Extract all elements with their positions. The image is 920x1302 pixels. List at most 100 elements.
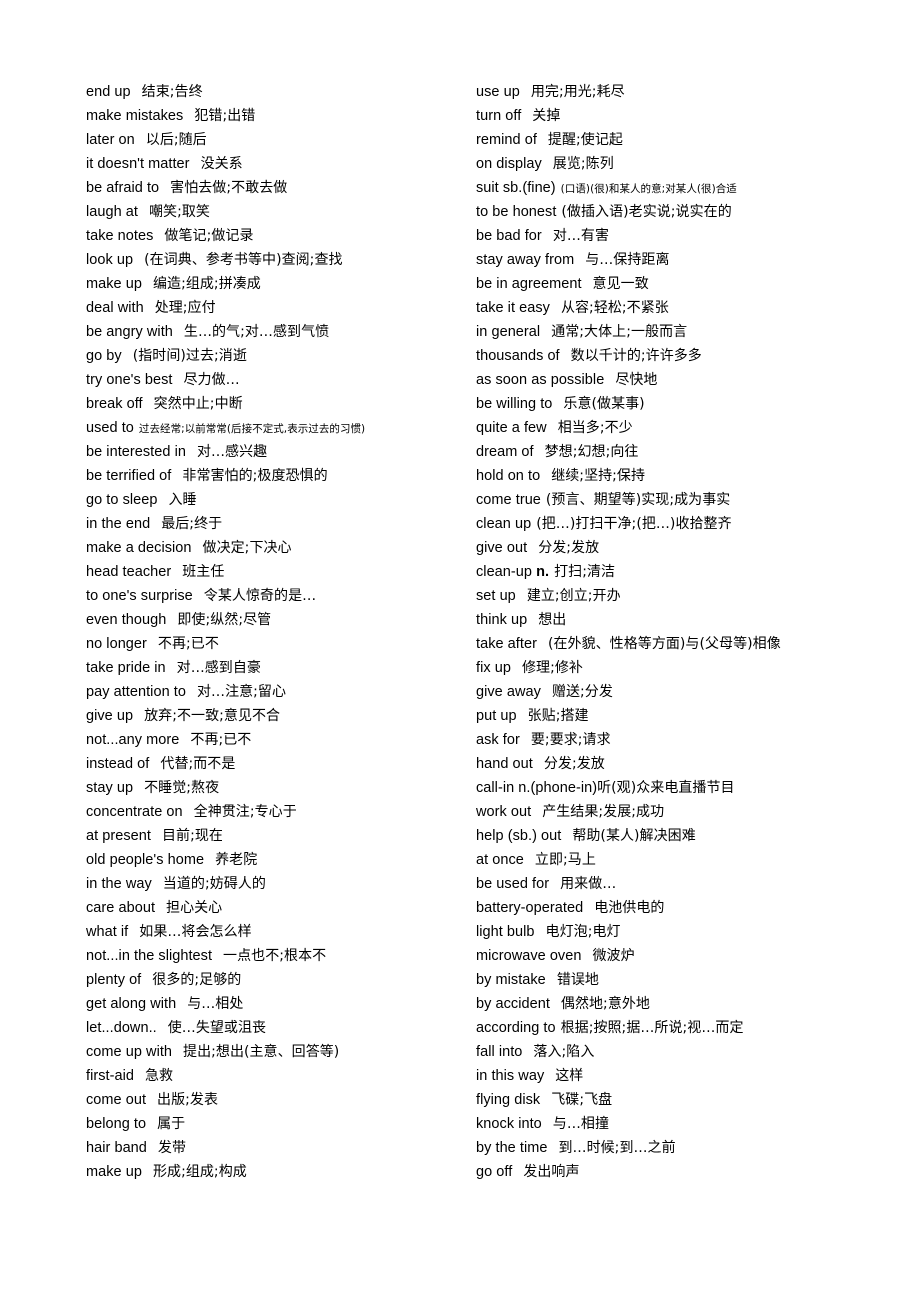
entry-definition: 出版;发表	[157, 1092, 219, 1108]
vocabulary-entry: plenty of 很多的;足够的	[86, 968, 388, 992]
entry-definition: 分发;发放	[543, 756, 605, 772]
entry-definition: 关掉	[532, 108, 561, 124]
entry-definition: 错误地	[556, 972, 599, 988]
entry-definition: 发出响声	[523, 1164, 580, 1180]
entry-term: laugh at	[86, 204, 138, 220]
entry-definition: 与…相处	[187, 996, 244, 1012]
vocabulary-entry: look up (在词典、参考书等中)查阅;查找	[86, 248, 388, 272]
entry-term: clean up	[476, 516, 532, 532]
entry-definition: 做笔记;做记录	[164, 228, 254, 244]
vocabulary-entry: think up 想出	[476, 608, 848, 632]
entry-definition: 入睡	[168, 492, 197, 508]
entry-term: take notes	[86, 228, 154, 244]
entry-definition: 即使;纵然;尽管	[177, 612, 272, 628]
vocabulary-entry: give up 放弃;不一致;意见不合	[86, 704, 388, 728]
entry-definition: 如果…将会怎么样	[139, 924, 252, 940]
entry-term: used to	[86, 420, 134, 436]
entry-definition: 以后;随后	[145, 132, 207, 148]
entry-definition: 相当多;不少	[557, 420, 633, 436]
entry-term: be afraid to	[86, 180, 160, 196]
vocabulary-entry: hair band 发带	[86, 1136, 388, 1160]
entry-definition: 乐意(做某事)	[563, 396, 645, 412]
entry-term: in general	[476, 324, 541, 340]
vocabulary-entry: go off 发出响声	[476, 1160, 848, 1184]
vocabulary-entry: take it easy 从容;轻松;不紧张	[476, 296, 848, 320]
entry-term: break off	[86, 396, 143, 412]
vocabulary-entry: come out 出版;发表	[86, 1088, 388, 1112]
entry-definition: 编造;组成;拼凑成	[152, 276, 261, 292]
vocabulary-entry: go to sleep 入睡	[86, 488, 388, 512]
entry-term: care about	[86, 900, 156, 916]
vocabulary-entry: stay up 不睡觉;熬夜	[86, 776, 388, 800]
entry-definition: (口语)(很)和某人的意;对某人(很)合适	[560, 183, 737, 195]
entry-definition: 属于	[157, 1116, 186, 1132]
entry-term: be willing to	[476, 396, 553, 412]
entry-definition: 建立;创立;开办	[526, 588, 621, 604]
vocabulary-entry: remind of 提醒;使记起	[476, 128, 848, 152]
vocabulary-columns: end up 结束;告终 make mistakes 犯错;出错 later on 以后;…	[0, 80, 920, 1184]
entry-term: turn off	[476, 108, 522, 124]
vocabulary-entry: to one's surprise 令某人惊奇的是…	[86, 584, 388, 608]
vocabulary-entry: help (sb.) out 帮助(某人)解决困难	[476, 824, 848, 848]
entry-definition: 生…的气;对…感到气愤	[183, 324, 330, 340]
entry-term: make mistakes	[86, 108, 184, 124]
entry-definition: 提醒;使记起	[547, 132, 623, 148]
vocabulary-entry: be angry with 生…的气;对…感到气愤	[86, 320, 388, 344]
entry-term: hand out	[476, 756, 533, 772]
entry-term: no longer	[86, 636, 147, 652]
vocabulary-entry: break off 突然中止;中断	[86, 392, 388, 416]
vocabulary-entry: not...in the slightest 一点也不;根本不	[86, 944, 388, 968]
entry-term: what if	[86, 924, 129, 940]
vocabulary-entry: by mistake 错误地	[476, 968, 848, 992]
entry-definition: (把…)打扫干净;(把…)收拾整齐	[536, 516, 732, 532]
entry-term: at once	[476, 852, 524, 868]
vocabulary-entry: let...down.. 使…失望或沮丧	[86, 1016, 388, 1040]
entry-term: deal with	[86, 300, 144, 316]
vocabulary-entry: set up 建立;创立;开办	[476, 584, 848, 608]
entry-term: make a decision	[86, 540, 192, 556]
entry-term: help (sb.) out	[476, 828, 562, 844]
entry-definition: 发带	[157, 1140, 187, 1156]
vocabulary-entry: old people's home 养老院	[86, 848, 388, 872]
entry-term: be terrified of	[86, 468, 172, 484]
vocabulary-entry: fall into 落入;陷入	[476, 1040, 848, 1064]
entry-term: think up	[476, 612, 528, 628]
entry-term: even though	[86, 612, 167, 628]
entry-term: take after	[476, 636, 537, 652]
vocabulary-entry: stay away from 与…保持距离	[476, 248, 848, 272]
vocabulary-entry: give away 赠送;分发	[476, 680, 848, 704]
entry-definition: 急救	[145, 1068, 174, 1084]
entry-definition: (在外貌、性格等方面)与(父母等)相像	[547, 636, 781, 652]
vocabulary-entry: be in agreement 意见一致	[476, 272, 848, 296]
vocabulary-entry: deal with 处理;应付	[86, 296, 388, 320]
entry-definition: 做决定;下决心	[202, 540, 292, 556]
entry-term: put up	[476, 708, 517, 724]
entry-definition: 形成;组成;构成	[152, 1164, 247, 1180]
entry-definition: 通常;大体上;一般而言	[551, 324, 688, 340]
entry-term: concentrate on	[86, 804, 183, 820]
vocabulary-entry: laugh at 嘲笑;取笑	[86, 200, 388, 224]
entry-definition: 用来做…	[560, 876, 617, 892]
entry-term: in the way	[86, 876, 152, 892]
entry-term: by accident	[476, 996, 550, 1012]
vocabulary-entry: not...any more 不再;已不	[86, 728, 388, 752]
entry-term: set up	[476, 588, 516, 604]
vocabulary-entry: used to 过去经常;以前常常(后接不定式,表示过去的习惯)	[86, 416, 388, 440]
vocabulary-entry: first-aid 急救	[86, 1064, 388, 1088]
entry-definition: 结束;告终	[141, 84, 203, 100]
entry-definition: 飞碟;飞盘	[551, 1092, 613, 1108]
entry-definition: 到…时候;到…之前	[558, 1140, 676, 1156]
entry-definition: 分发;发放	[538, 540, 600, 556]
vocabulary-entry: even though 即使;纵然;尽管	[86, 608, 388, 632]
entry-definition: 听(观)众来电直播节目	[597, 780, 735, 796]
left-column: end up 结束;告终 make mistakes 犯错;出错 later on 以后;…	[0, 80, 388, 1184]
entry-definition: (指时间)过去;消逝	[132, 348, 247, 364]
vocabulary-entry: according to 根据;按照;据…所说;视…而定	[476, 1016, 848, 1040]
entry-term: in this way	[476, 1068, 545, 1084]
entry-term: fix up	[476, 660, 511, 676]
entry-definition: 意见一致	[592, 276, 649, 292]
vocabulary-entry: dream of 梦想;幻想;向往	[476, 440, 848, 464]
entry-definition: 对…感到自豪	[176, 660, 261, 676]
entry-definition: 令某人惊奇的是…	[203, 588, 317, 604]
entry-term: plenty of	[86, 972, 142, 988]
